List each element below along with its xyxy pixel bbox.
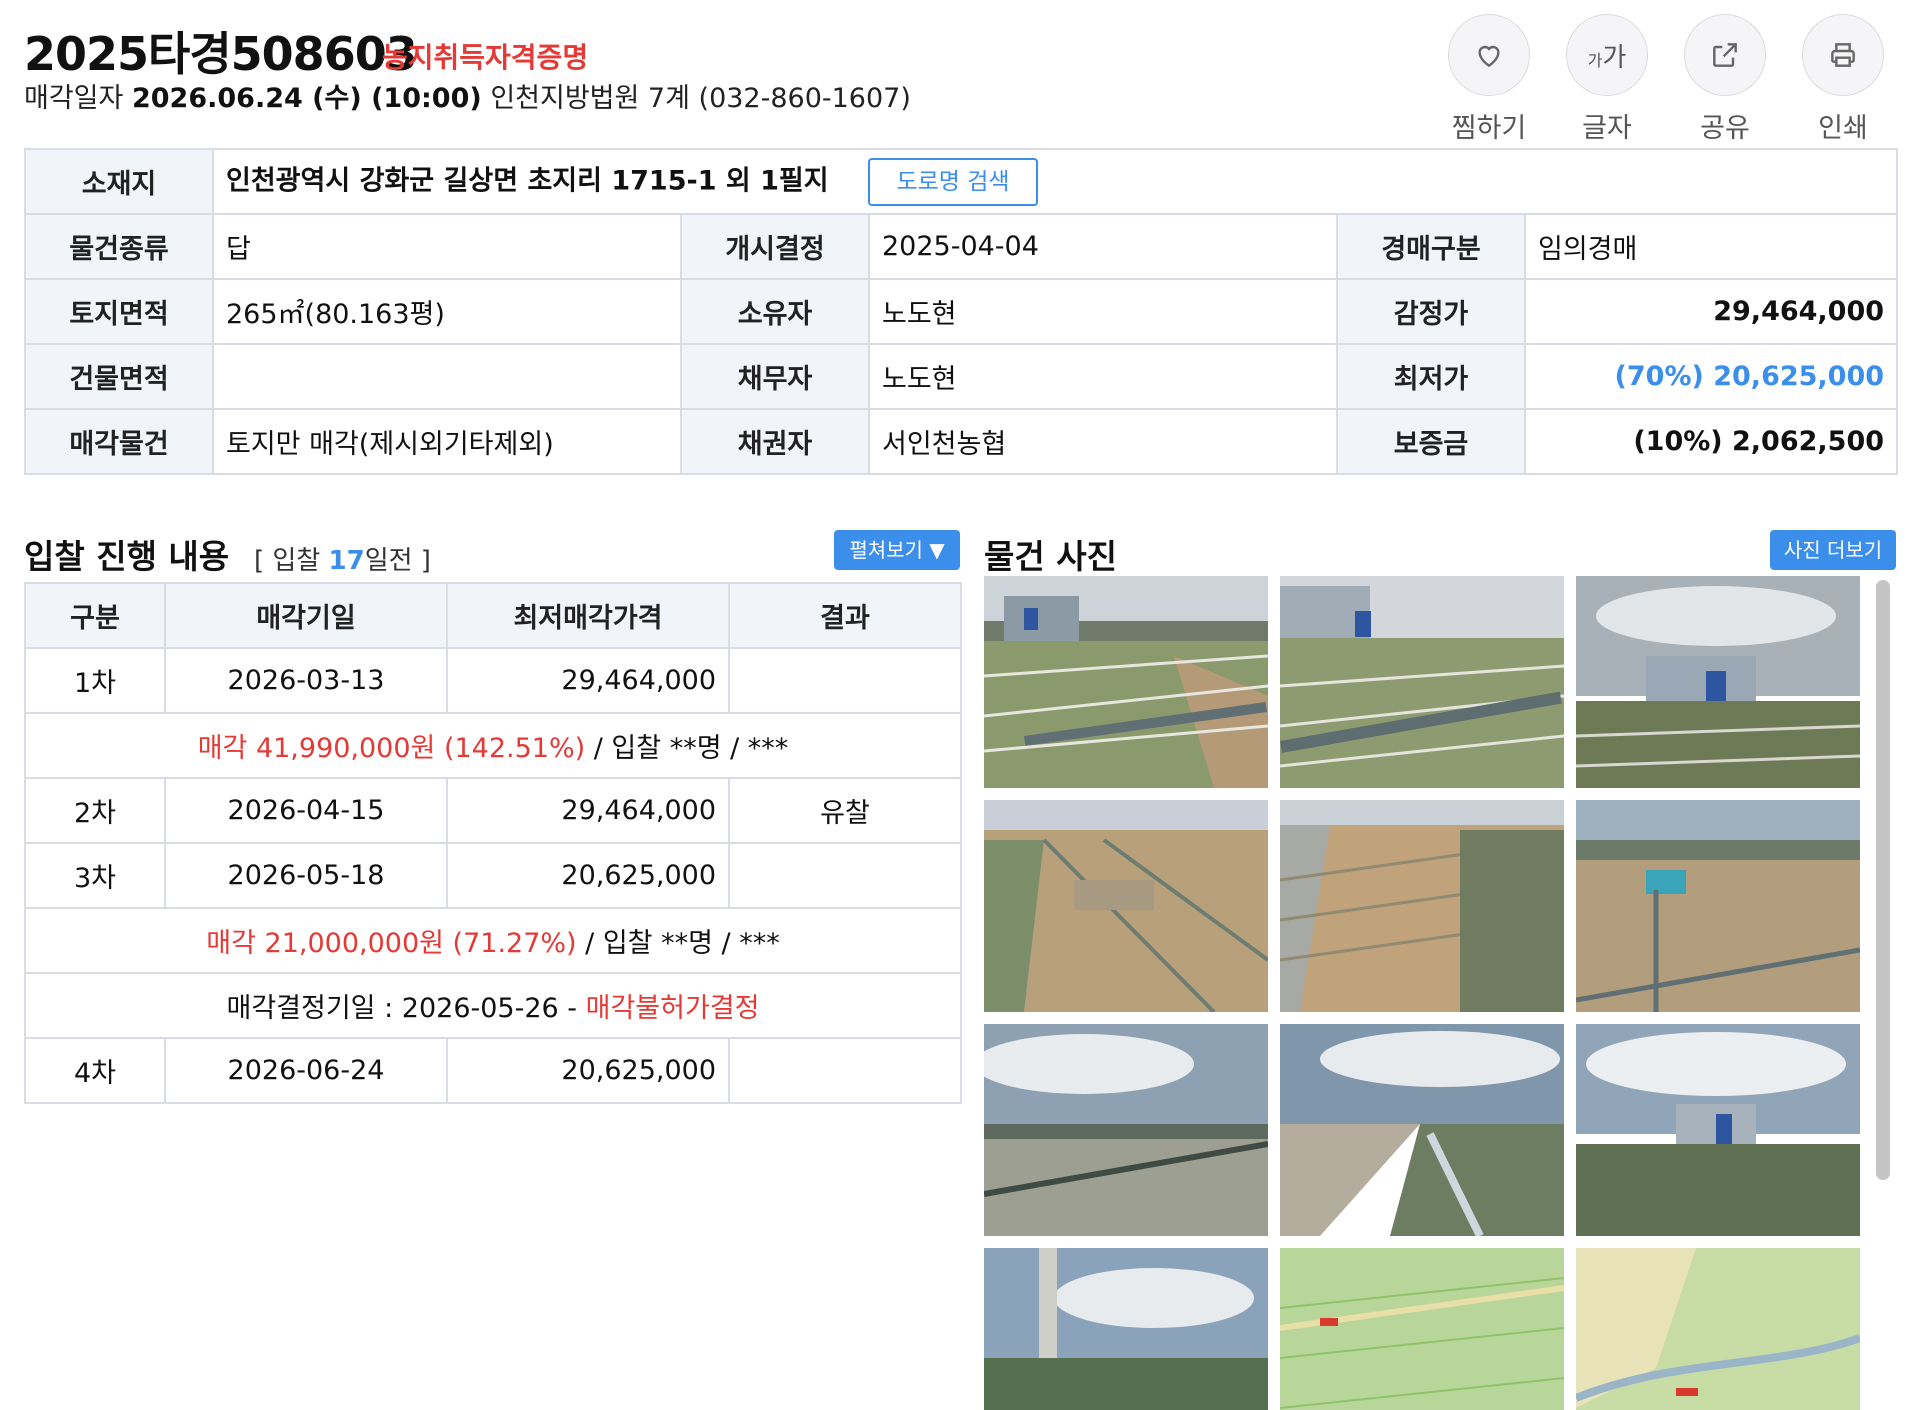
property-photo[interactable] [1576, 576, 1860, 788]
more-photos-button[interactable]: 사진 더보기 [1770, 530, 1896, 570]
table-row: 토지면적 265㎡(80.163평) 소유자 노도현 감정가 29,464,00… [24, 278, 1899, 345]
favorite-label: 찜하기 [1451, 113, 1527, 144]
table-row: 3차 2026-05-18 20,625,000 [24, 842, 962, 909]
bid-days: 17 [328, 546, 365, 576]
share-icon [1684, 14, 1766, 96]
bid-history-table: 구분 매각기일 최저매각가격 결과 1차 2026-03-13 29,464,0… [24, 582, 962, 1104]
col-result: 결과 [728, 582, 962, 649]
case-number: 2025타경508603 [24, 27, 418, 81]
property-photo[interactable] [984, 576, 1268, 788]
sale-item-value: 토지만 매각(제시외기타제외) [212, 408, 682, 475]
table-row: 1차 2026-03-13 29,464,000 [24, 647, 962, 714]
bid-progress-header: 입찰 진행 내용 [ 입찰 17일전 ] 펼쳐보기 ▼ [24, 530, 960, 580]
deposit-label: 보증금 [1336, 408, 1526, 475]
property-info-table: 소재지 인천광역시 강화군 길상면 초지리 1715-1 외 1필지 도로명 검… [24, 148, 1899, 475]
page-header: 2025타경508603 농지취득자격증명 매각일자 2026.06.24 (수… [24, 14, 1884, 144]
road-name-search-button[interactable]: 도로명 검색 [868, 157, 1039, 206]
print-button[interactable]: 인쇄 [1802, 14, 1884, 145]
table-row: 건물면적 채무자 노도현 최저가 (70%) 20,625,000 [24, 343, 1899, 410]
font-size-icon: 가가 [1566, 14, 1648, 96]
photo-gallery [984, 576, 1896, 1410]
minimum-price-label: 최저가 [1336, 343, 1526, 410]
col-min-price: 최저매각가격 [446, 582, 730, 649]
table-row: 물건종류 답 개시결정 2025-04-04 경매구분 임의경매 [24, 213, 1899, 280]
property-type-label: 물건종류 [24, 213, 214, 280]
property-photo[interactable] [984, 1024, 1268, 1236]
property-photo[interactable] [1280, 800, 1564, 1012]
favorite-button[interactable]: 찜하기 [1448, 14, 1530, 145]
owner-value: 노도현 [868, 278, 1338, 345]
action-bar: 찜하기 가가 글자 공유 인쇄 [1448, 14, 1884, 145]
photos-header: 물건 사진 사진 더보기 [984, 530, 1896, 580]
sale-result-row: 매각 21,000,000원 (71.27%) / 입찰 **명 / *** [24, 907, 962, 974]
sale-date: 2026.06.24 (수) (10:00) [131, 83, 482, 114]
court-info: 인천지방법원 7계 (032-860-1607) [490, 83, 911, 114]
table-row: 4차 2026-06-24 20,625,000 [24, 1037, 962, 1104]
sale-result-row: 매각 41,990,000원 (142.51%) / 입찰 **명 / *** [24, 712, 962, 779]
photos-title: 물건 사진 [984, 537, 1117, 576]
deposit-value: (10%) 2,062,500 [1523, 408, 1899, 475]
bid-countdown: [ 입찰 17일전 ] [254, 546, 431, 576]
property-photo[interactable] [1280, 1024, 1564, 1236]
auction-type-value: 임의경매 [1523, 213, 1899, 280]
table-row: 2차 2026-04-15 29,464,000 유찰 [24, 777, 962, 844]
property-photo[interactable] [1576, 800, 1860, 1012]
debtor-label: 채무자 [680, 343, 870, 410]
print-icon [1802, 14, 1884, 96]
commencement-label: 개시결정 [680, 213, 870, 280]
location-cell: 인천광역시 강화군 길상면 초지리 1715-1 외 1필지 도로명 검색 [211, 148, 1899, 215]
sale-item-label: 매각물건 [24, 408, 214, 475]
property-photo[interactable] [984, 1248, 1268, 1410]
property-map[interactable] [1576, 1248, 1860, 1410]
creditor-label: 채권자 [680, 408, 870, 475]
table-header-row: 구분 매각기일 최저매각가격 결과 [24, 582, 962, 649]
sale-date-label: 매각일자 [24, 83, 124, 114]
property-map[interactable] [1280, 1248, 1564, 1410]
auction-type-label: 경매구분 [1336, 213, 1526, 280]
commencement-value: 2025-04-04 [868, 213, 1338, 280]
share-button[interactable]: 공유 [1684, 14, 1766, 145]
location-value: 인천광역시 강화군 길상면 초지리 1715-1 외 1필지 [226, 165, 829, 196]
sale-info: 매각일자 2026.06.24 (수) (10:00) 인천지방법원 7계 (0… [24, 76, 911, 115]
print-label: 인쇄 [1818, 113, 1868, 144]
owner-label: 소유자 [680, 278, 870, 345]
appraisal-value: 29,464,000 [1523, 278, 1899, 345]
building-area-label: 건물면적 [24, 343, 214, 410]
col-sale-date: 매각기일 [164, 582, 448, 649]
building-area-value [212, 343, 682, 410]
farmland-certificate-badge: 농지취득자격증명 [382, 41, 589, 74]
decision-row: 매각결정기일 : 2026-05-26 - 매각불허가결정 [24, 972, 962, 1039]
share-label: 공유 [1700, 113, 1750, 144]
property-photo[interactable] [1576, 1024, 1860, 1236]
debtor-value: 노도현 [868, 343, 1338, 410]
heart-icon [1448, 14, 1530, 96]
property-photo[interactable] [1280, 576, 1564, 788]
gallery-scrollbar[interactable] [1876, 580, 1890, 1410]
location-label: 소재지 [24, 148, 214, 215]
land-area-value: 265㎡(80.163평) [212, 278, 682, 345]
table-row: 소재지 인천광역시 강화군 길상면 초지리 1715-1 외 1필지 도로명 검… [24, 148, 1899, 215]
expand-button[interactable]: 펼쳐보기 ▼ [834, 530, 960, 570]
minimum-price-value: (70%) 20,625,000 [1523, 343, 1899, 410]
font-size-button[interactable]: 가가 글자 [1566, 14, 1648, 145]
appraisal-label: 감정가 [1336, 278, 1526, 345]
table-row: 매각물건 토지만 매각(제시외기타제외) 채권자 서인천농협 보증금 (10%)… [24, 408, 1899, 475]
scrollbar-thumb[interactable] [1876, 580, 1890, 1180]
creditor-value: 서인천농협 [868, 408, 1338, 475]
property-type-value: 답 [212, 213, 682, 280]
property-photo[interactable] [984, 800, 1268, 1012]
font-size-label: 글자 [1582, 113, 1632, 144]
col-round: 구분 [24, 582, 166, 649]
bid-progress-title: 입찰 진행 내용 [24, 537, 230, 576]
land-area-label: 토지면적 [24, 278, 214, 345]
